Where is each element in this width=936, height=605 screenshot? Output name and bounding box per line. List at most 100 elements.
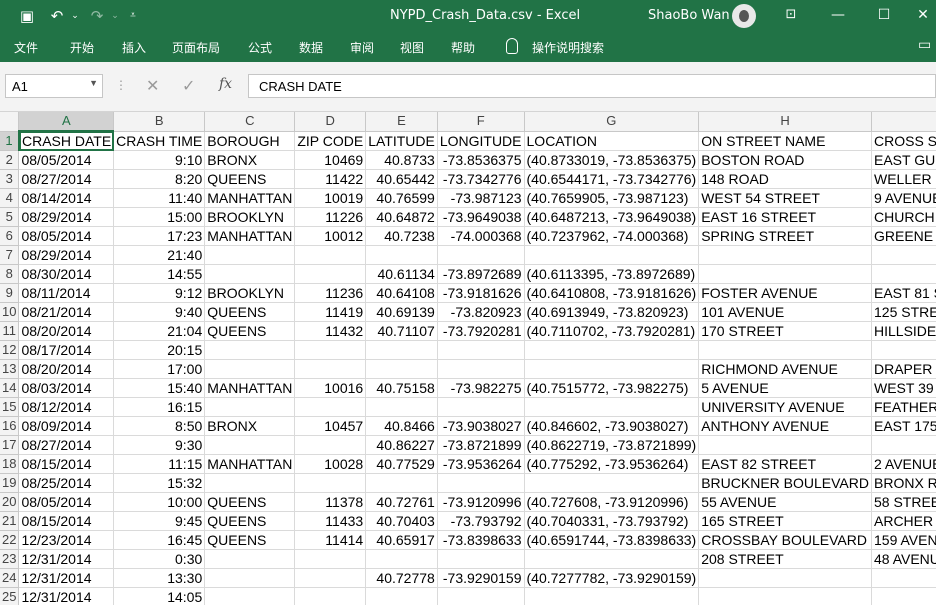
- cell-b16[interactable]: 8:50: [113, 416, 206, 436]
- row-header[interactable]: 17: [0, 435, 20, 455]
- cell-h18[interactable]: EAST 82 STREET: [698, 454, 872, 474]
- cell-i17[interactable]: [871, 435, 936, 455]
- row-header[interactable]: 11: [0, 321, 20, 341]
- tab-formulas[interactable]: 公式: [248, 39, 272, 56]
- cell-h24[interactable]: [698, 568, 872, 588]
- tab-review[interactable]: 审阅: [350, 39, 374, 56]
- cell-f15[interactable]: [437, 397, 525, 417]
- cell-e11[interactable]: 40.71107: [365, 321, 438, 341]
- cell-d2[interactable]: 10469: [294, 150, 367, 170]
- cell-e24[interactable]: 40.72778: [365, 568, 438, 588]
- cell-b25[interactable]: 14:05: [113, 587, 206, 605]
- cell-e14[interactable]: 40.75158: [365, 378, 438, 398]
- cell-c8[interactable]: [204, 264, 296, 284]
- row-header[interactable]: 16: [0, 416, 20, 436]
- cell-e1[interactable]: LATITUDE: [365, 131, 438, 151]
- cell-e20[interactable]: 40.72761: [365, 492, 438, 512]
- cell-i6[interactable]: GREENE STREET: [871, 226, 936, 246]
- cell-c5[interactable]: BROOKLYN: [204, 207, 296, 227]
- cell-b3[interactable]: 8:20: [113, 169, 206, 189]
- cell-a23[interactable]: 12/31/2014: [18, 549, 115, 569]
- cell-f9[interactable]: -73.9181626: [437, 283, 525, 303]
- column-header-g[interactable]: G: [524, 112, 700, 132]
- cell-h25[interactable]: [698, 587, 872, 605]
- cell-c21[interactable]: QUEENS: [204, 511, 296, 531]
- tab-help[interactable]: 帮助: [451, 39, 475, 56]
- cell-b2[interactable]: 9:10: [113, 150, 206, 170]
- cell-c7[interactable]: [204, 245, 296, 265]
- cell-a8[interactable]: 08/30/2014: [18, 264, 115, 284]
- cell-h15[interactable]: UNIVERSITY AVENUE: [698, 397, 872, 417]
- cell-h11[interactable]: 170 STREET: [698, 321, 872, 341]
- cell-h10[interactable]: 101 AVENUE: [698, 302, 872, 322]
- row-header[interactable]: 5: [0, 207, 20, 227]
- spreadsheet-grid[interactable]: ABCDEFGHIJK 1CRASH DATECRASH TIMEBOROUGH…: [0, 112, 936, 605]
- cell-e10[interactable]: 40.69139: [365, 302, 438, 322]
- row-header[interactable]: 22: [0, 530, 20, 550]
- select-all-corner[interactable]: [0, 112, 20, 132]
- cell-a20[interactable]: 08/05/2014: [18, 492, 115, 512]
- cell-e17[interactable]: 40.86227: [365, 435, 438, 455]
- cell-h23[interactable]: 208 STREET: [698, 549, 872, 569]
- cell-h17[interactable]: [698, 435, 872, 455]
- cell-a24[interactable]: 12/31/2014: [18, 568, 115, 588]
- cell-b20[interactable]: 10:00: [113, 492, 206, 512]
- cell-g11[interactable]: (40.7110702, -73.7920281): [524, 321, 700, 341]
- cell-a13[interactable]: 08/20/2014: [18, 359, 115, 379]
- row-header[interactable]: 3: [0, 169, 20, 189]
- cell-g9[interactable]: (40.6410808, -73.9181626): [524, 283, 700, 303]
- close-icon[interactable]: ✕: [909, 4, 936, 26]
- cell-d20[interactable]: 11378: [294, 492, 367, 512]
- avatar[interactable]: [732, 4, 756, 28]
- cell-e22[interactable]: 40.65917: [365, 530, 438, 550]
- cell-h7[interactable]: [698, 245, 872, 265]
- tab-view[interactable]: 视图: [400, 39, 424, 56]
- cell-b18[interactable]: 11:15: [113, 454, 206, 474]
- column-header-f[interactable]: F: [437, 112, 525, 132]
- cell-b17[interactable]: 9:30: [113, 435, 206, 455]
- cell-a4[interactable]: 08/14/2014: [18, 188, 115, 208]
- cell-f4[interactable]: -73.987123: [437, 188, 525, 208]
- cell-i23[interactable]: 48 AVENUE: [871, 549, 936, 569]
- cell-h5[interactable]: EAST 16 STREET: [698, 207, 872, 227]
- cell-g7[interactable]: [524, 245, 700, 265]
- cell-f12[interactable]: [437, 340, 525, 360]
- cell-b13[interactable]: 17:00: [113, 359, 206, 379]
- cell-i24[interactable]: [871, 568, 936, 588]
- cell-f25[interactable]: [437, 587, 525, 605]
- cell-a11[interactable]: 08/20/2014: [18, 321, 115, 341]
- cell-b9[interactable]: 9:12: [113, 283, 206, 303]
- cell-h8[interactable]: [698, 264, 872, 284]
- cell-c12[interactable]: [204, 340, 296, 360]
- cell-c14[interactable]: MANHATTAN: [204, 378, 296, 398]
- cell-e4[interactable]: 40.76599: [365, 188, 438, 208]
- row-header[interactable]: 2: [0, 150, 20, 170]
- cell-b11[interactable]: 21:04: [113, 321, 206, 341]
- cell-b21[interactable]: 9:45: [113, 511, 206, 531]
- cell-c16[interactable]: BRONX: [204, 416, 296, 436]
- cell-e3[interactable]: 40.65442: [365, 169, 438, 189]
- cell-a10[interactable]: 08/21/2014: [18, 302, 115, 322]
- cell-d4[interactable]: 10019: [294, 188, 367, 208]
- cell-g15[interactable]: [524, 397, 700, 417]
- cell-g14[interactable]: (40.7515772, -73.982275): [524, 378, 700, 398]
- cell-g16[interactable]: (40.846602, -73.9038027): [524, 416, 700, 436]
- cell-e16[interactable]: 40.8466: [365, 416, 438, 436]
- cell-f5[interactable]: -73.9649038: [437, 207, 525, 227]
- customize-toolbar-icon[interactable]: ⩡: [122, 6, 144, 26]
- cell-b4[interactable]: 11:40: [113, 188, 206, 208]
- cell-f11[interactable]: -73.7920281: [437, 321, 525, 341]
- cell-i19[interactable]: BRONX RIVER PARKWAY: [871, 473, 936, 493]
- cell-i8[interactable]: [871, 264, 936, 284]
- cell-e21[interactable]: 40.70403: [365, 511, 438, 531]
- cell-c13[interactable]: [204, 359, 296, 379]
- cell-d5[interactable]: 11226: [294, 207, 367, 227]
- cell-i15[interactable]: FEATHERBED LANE: [871, 397, 936, 417]
- cell-g1[interactable]: LOCATION: [524, 131, 700, 151]
- tab-file[interactable]: 文件: [14, 39, 38, 56]
- cell-f3[interactable]: -73.7342776: [437, 169, 525, 189]
- cell-f16[interactable]: -73.9038027: [437, 416, 525, 436]
- cell-d21[interactable]: 11433: [294, 511, 367, 531]
- cell-c25[interactable]: [204, 587, 296, 605]
- row-header[interactable]: 18: [0, 454, 20, 474]
